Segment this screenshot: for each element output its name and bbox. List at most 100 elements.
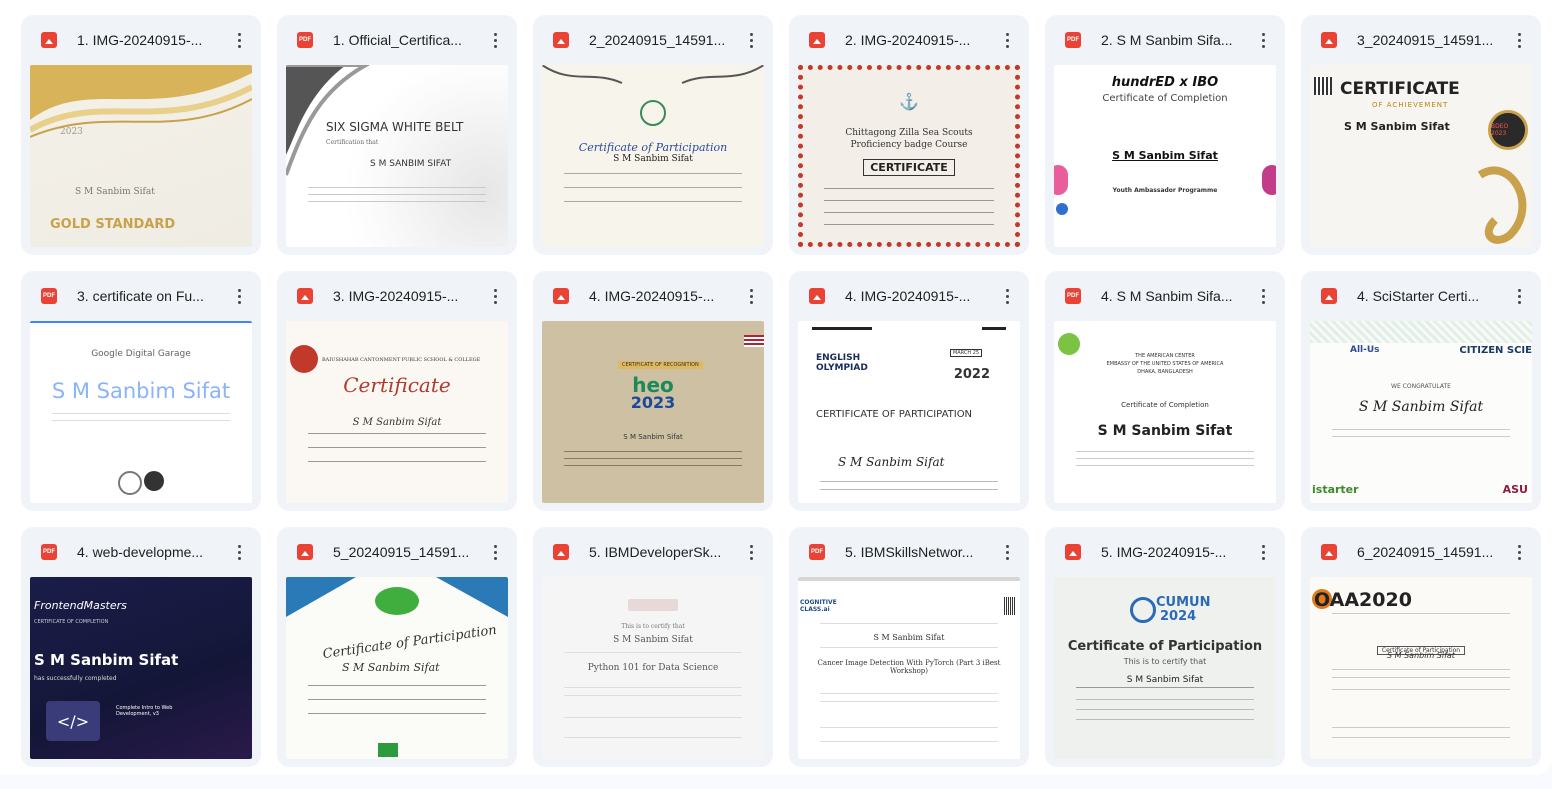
more-vert-icon[interactable] (739, 284, 763, 308)
more-vert-icon[interactable] (1251, 28, 1275, 52)
more-vert-icon[interactable] (227, 28, 251, 52)
thumb-text: Certificate (343, 373, 451, 397)
thumb-text: S M Sanbim Sifat (1097, 423, 1233, 439)
pdf-file-icon: PDF (41, 544, 57, 560)
thumb-text: S M Sanbim Sifat (613, 154, 693, 164)
thumb-text: hundrED x IBO (1111, 75, 1219, 90)
file-card-header: 5_20240915_14591... (277, 527, 517, 577)
thumb-text: EMBASSY OF THE UNITED STATES OF AMERICA (1106, 361, 1224, 367)
thumb-text: CERTIFICATE OF COMPLETION (34, 619, 109, 625)
thumb-text: CUMUN (1156, 595, 1211, 610)
thumb-text: Certificate of Completion (1102, 93, 1228, 104)
file-card[interactable]: 5. IBMDeveloperSk... This is to certify … (533, 527, 773, 767)
file-card-header: 4. IMG-20240915-... (533, 271, 773, 321)
file-card-header: 2_20240915_14591... (533, 15, 773, 65)
file-card[interactable]: 4. IMG-20240915-... ENGLISH OLYMPIAD MAR… (789, 271, 1029, 511)
thumb-text: MARCH 25 (950, 349, 982, 357)
file-thumbnail: SIX SIGMA WHITE BELT Certification that … (286, 65, 508, 247)
file-name: 4. IMG-20240915-... (845, 288, 971, 304)
file-name: 5. IMG-20240915-... (1101, 544, 1227, 560)
file-name: 4. S M Sanbim Sifa... (1101, 288, 1233, 304)
thumb-text: Certificate of Participation (1067, 639, 1263, 654)
thumb-text: FrontendMasters (34, 599, 127, 612)
file-card[interactable]: 5. IMG-20240915-... CUMUN 2024 Certifica… (1045, 527, 1285, 767)
file-card[interactable]: PDF 2. S M Sanbim Sifa... hundrED x IBO … (1045, 15, 1285, 255)
more-vert-icon[interactable] (995, 28, 1019, 52)
anchor-icon: ⚓ (899, 92, 919, 111)
thumb-text: ASU (1502, 483, 1528, 496)
file-card[interactable]: PDF 4. S M Sanbim Sifa... THE AMERICAN C… (1045, 271, 1285, 511)
image-file-icon (553, 32, 569, 48)
thumb-text: OAA2020 (1314, 589, 1412, 611)
more-vert-icon[interactable] (1251, 540, 1275, 564)
file-card-header: 4. SciStarter Certi... (1301, 271, 1541, 321)
image-file-icon (809, 288, 825, 304)
more-vert-icon[interactable] (995, 284, 1019, 308)
file-card[interactable]: PDF 4. web-developme... FrontendMasters … (21, 527, 261, 767)
thumb-text: S M Sanbim Sifat (873, 633, 945, 642)
more-vert-icon[interactable] (483, 284, 507, 308)
file-card[interactable]: 3. IMG-20240915-... BAIUSHAHAB CANTONMEN… (277, 271, 517, 511)
thumb-text: S M SANBIM SIFAT (370, 159, 452, 169)
thumb-text: SIX SIGMA WHITE BELT (326, 120, 464, 134)
more-vert-icon[interactable] (227, 284, 251, 308)
file-thumbnail: Certificate of Participation S M Sanbim … (542, 65, 764, 247)
thumb-badge: CERTIFICATE (803, 156, 1015, 176)
pdf-file-icon: PDF (809, 544, 825, 560)
image-file-icon (1321, 544, 1337, 560)
file-name: 2. IMG-20240915-... (845, 32, 971, 48)
thumb-text: S M Sanbim Sifat (34, 651, 179, 669)
thumb-text: Cancer Image Detection With PyTorch (Par… (817, 659, 1001, 675)
pdf-file-icon: PDF (297, 32, 313, 48)
thumb-text: S M Sanbim Sifat (352, 417, 442, 428)
pdf-file-icon: PDF (41, 288, 57, 304)
more-vert-icon[interactable] (739, 540, 763, 564)
more-vert-icon[interactable] (227, 540, 251, 564)
file-name: 4. IMG-20240915-... (589, 288, 715, 304)
more-vert-icon[interactable] (1507, 540, 1531, 564)
file-card[interactable]: 1. IMG-20240915-... 2023 S M Sanbim Sifa… (21, 15, 261, 255)
file-card-header: PDF 2. S M Sanbim Sifa... (1045, 15, 1285, 65)
more-vert-icon[interactable] (1251, 284, 1275, 308)
file-card-header: 3_20240915_14591... (1301, 15, 1541, 65)
file-name: 2_20240915_14591... (589, 32, 726, 48)
file-card[interactable]: PDF 1. Official_Certifica... SIX SIGMA W… (277, 15, 517, 255)
file-card-header: PDF 5. IBMSkillsNetwor... (789, 527, 1029, 577)
file-thumbnail: CERTIFICATE OF RECOGNITION heo 2023 S M … (542, 321, 764, 503)
file-thumbnail: Google Digital Garage S M Sanbim Sifat (30, 321, 252, 503)
file-card[interactable]: PDF 5. IBMSkillsNetwor... COGNITIVE CLAS… (789, 527, 1029, 767)
file-name: 4. SciStarter Certi... (1357, 288, 1480, 304)
thumb-text: S M Sanbim Sifat (838, 455, 945, 469)
file-card[interactable]: PDF 3. certificate on Fu... Google Digit… (21, 271, 261, 511)
more-vert-icon[interactable] (483, 28, 507, 52)
file-card-header: PDF 3. certificate on Fu... (21, 271, 261, 321)
more-vert-icon[interactable] (1507, 28, 1531, 52)
thumb-text: 2023 (630, 393, 676, 412)
file-card-header: 4. IMG-20240915-... (789, 271, 1029, 321)
file-name: 2. S M Sanbim Sifa... (1101, 32, 1233, 48)
file-card[interactable]: 2. IMG-20240915-... ⚓ Chittagong Zilla S… (789, 15, 1029, 255)
file-card[interactable]: 2_20240915_14591... Certificate of Parti… (533, 15, 773, 255)
file-thumbnail: Certificate of Participation S M Sanbim … (286, 577, 508, 759)
more-vert-icon[interactable] (483, 540, 507, 564)
file-card[interactable]: 4. SciStarter Certi... All-Us CITIZEN SC… (1301, 271, 1541, 511)
thumb-text: Chittagong Zilla Sea Scouts (845, 128, 973, 138)
image-file-icon (553, 288, 569, 304)
thumb-text: BAIUSHAHAB CANTONMENT PUBLIC SCHOOL & CO… (322, 357, 481, 363)
file-name: 5_20240915_14591... (333, 544, 470, 560)
more-vert-icon[interactable] (995, 540, 1019, 564)
file-card[interactable]: 4. IMG-20240915-... CERTIFICATE OF RECOG… (533, 271, 773, 511)
thumb-text: Google Digital Garage (91, 349, 191, 359)
file-grid-panel: 1. IMG-20240915-... 2023 S M Sanbim Sifa… (0, 0, 1552, 775)
file-card[interactable]: 5_20240915_14591... Certificate of Parti… (277, 527, 517, 767)
more-vert-icon[interactable] (1507, 284, 1531, 308)
file-card-header: 5. IBMDeveloperSk... (533, 527, 773, 577)
file-card[interactable]: 6_20240915_14591... OAA2020 Certificate … (1301, 527, 1541, 767)
more-vert-icon[interactable] (739, 28, 763, 52)
file-card[interactable]: 3_20240915_14591... CERTIFICATE OF ACHIE… (1301, 15, 1541, 255)
file-card-header: PDF 4. web-developme... (21, 527, 261, 577)
file-name: 1. Official_Certifica... (333, 32, 462, 48)
file-name: 1. IMG-20240915-... (77, 32, 203, 48)
file-card-header: 3. IMG-20240915-... (277, 271, 517, 321)
file-thumbnail: 2023 S M Sanbim Sifat GOLD STANDARD (30, 65, 252, 247)
